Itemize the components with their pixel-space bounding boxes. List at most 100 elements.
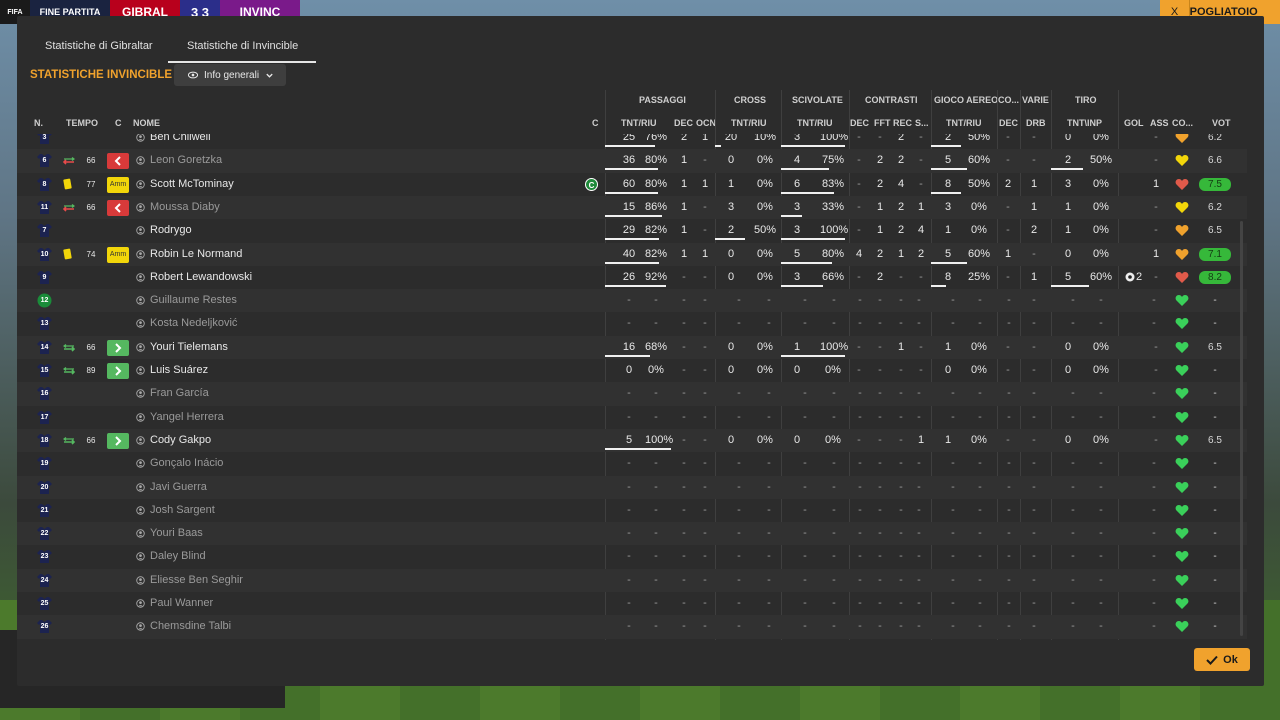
view-dropdown[interactable]: Info generali: [174, 64, 286, 86]
shot-attempts: 0: [1064, 340, 1072, 353]
tackle-dec: -: [857, 224, 861, 237]
player-icon: [136, 296, 145, 305]
co-dec: -: [1006, 340, 1010, 353]
col-group-tackles: CONTRASTI: [865, 95, 918, 105]
empty-stat: -: [832, 527, 836, 540]
table-row[interactable]: 20 Javi Guerra - - - - - - - - - - - - - - - - - - - -: [17, 475, 1247, 499]
slide-attempts: 0: [793, 364, 801, 376]
empty-stat: -: [832, 387, 836, 400]
tackle-s: -: [919, 340, 923, 353]
slide-accuracy-bar: [781, 191, 834, 194]
slide-accuracy: 0%: [825, 433, 841, 446]
table-row[interactable]: 25 Paul Wanner - - - - - - - - - - - - - - - - - - - -: [17, 592, 1247, 615]
stats-table: PASSAGGI CROSS SCIVOLATE CONTRASTI GIOCO…: [17, 84, 1247, 644]
tackle-fft: -: [878, 364, 882, 376]
col-slide-tnt-riu: TNT/RIU: [797, 118, 833, 128]
table-row[interactable]: 15 89 Luis Suárez 0 0% - - 0 0% 0 0% - - - - 0 0% - - 0 0% - -: [17, 359, 1247, 382]
player-name: Youri Tielemans: [150, 340, 228, 353]
tackle-fft: 2: [876, 270, 884, 283]
table-row[interactable]: 24 Eliesse Ben Seghir - - - - - - - - - - - - - - - - - - - -: [17, 568, 1247, 592]
empty-stat: -: [1152, 527, 1156, 540]
empty-stat: -: [858, 550, 862, 563]
substitution-in-badge: [107, 339, 129, 356]
table-row[interactable]: 19 Gonçalo Inácio - - - - - - - - - - - - - - - - - - - -: [17, 452, 1247, 475]
condition-heart-icon: [1175, 225, 1189, 237]
table-row[interactable]: 7 Rodrygo 29 82% 1-2 50% 3 100% -1 2 4 1 0% -2 1 0% -6.5: [17, 219, 1247, 242]
player-name: Chemsdine Talbi: [150, 620, 232, 633]
player-icon: [136, 156, 145, 166]
pass-ocn: -: [703, 200, 707, 213]
player-name: Kosta Nedeljković: [150, 317, 238, 330]
empty-stat: -: [917, 550, 921, 563]
pass-accuracy-bar: [605, 214, 662, 217]
assists: -: [1154, 200, 1158, 213]
empty-stat: -: [1032, 294, 1036, 307]
shirt-number: 6: [42, 157, 47, 165]
assists: 1: [1152, 247, 1160, 260]
table-row[interactable]: 11 66 Moussa Diaby 15 86% 1-3 0% 3 33% -1 2 1 3 0% -1 1…: [17, 195, 1247, 220]
goals: 2: [1136, 270, 1143, 283]
minute: 74: [86, 249, 96, 259]
shot-attempts: 0: [1064, 364, 1072, 376]
table-row[interactable]: 16 Fran García - - - - - - - - - - - - - - - - - - - -: [17, 382, 1247, 406]
table-row[interactable]: 17 Yangel Herrera - - - - - - - - - - - - - - - - - - - -: [17, 406, 1247, 429]
table-row[interactable]: 8 77 Amm Scott McTominay C 60 80% 1 1 1 0% 6 83% -2 4-…: [17, 173, 1247, 196]
empty-stat: -: [803, 294, 807, 307]
rating-pill: 8.2: [1199, 270, 1231, 284]
pass-ocn: -: [703, 364, 707, 376]
table-row[interactable]: 10 74 Amm Robin Le Normand 40 82% 1 1 0 0% 5 80% 4 2 1…: [17, 242, 1247, 266]
pass-ocn: 1: [701, 177, 709, 190]
empty-stat: -: [737, 317, 741, 330]
shirt-number: 9: [42, 273, 47, 281]
table-row[interactable]: 14 66 Youri Tielemans 16 68% - -0 0% 1 100% - -1-1 0…: [17, 335, 1247, 359]
empty-stat: -: [1032, 503, 1036, 516]
table-row[interactable]: 22 Youri Baas - - - - - - - - - - - - - - - - - - - -: [17, 522, 1247, 546]
empty-stat: -: [858, 387, 862, 400]
table-row[interactable]: 26 Chemsdine Talbi - - - - - - - - - - - - - - - - - - - -: [17, 615, 1247, 639]
empty-stat: -: [737, 527, 741, 540]
empty-stat: -: [1032, 550, 1036, 563]
ok-button[interactable]: Ok: [1194, 648, 1250, 671]
table-row[interactable]: 9 Robert Lewandowski 26 92% - -0 0% 3 66% -2- -8 25…: [17, 266, 1247, 289]
table-row[interactable]: 21 Josh Sargent - - - - - - - - - - - - - - - - - - - -: [17, 499, 1247, 522]
table-row[interactable]: 13 Kosta Nedeljković - - - - - - - - - - - - - - - - - - - -: [17, 312, 1247, 335]
pass-dec: -: [682, 340, 686, 353]
cross-accuracy: 0%: [757, 364, 773, 376]
table-row[interactable]: 3 Ben Chilwell 25 76% 2 1 20 10% 3 100% - -2-2 50% - -…: [17, 134, 1247, 149]
player-name: Daley Blind: [150, 550, 206, 563]
tab-gibraltar-stats[interactable]: Statistiche di Gibraltar: [45, 40, 153, 52]
empty-stat: -: [682, 527, 686, 540]
check-icon: [1206, 655, 1218, 665]
chevron-right-icon: [115, 436, 122, 446]
vertical-scrollbar[interactable]: [1240, 221, 1243, 636]
empty-stat: -: [703, 294, 707, 307]
shot-accuracy: 60%: [1090, 270, 1113, 283]
table-row[interactable]: 6 66 Leon Goretzka 36 80% 1-0 0% 4 75% -2 2-5 60% - -…: [17, 149, 1247, 173]
pass-dec: -: [682, 270, 686, 283]
substitution-in-badge: [107, 432, 129, 449]
tackle-fft: -: [878, 340, 882, 353]
col-group-cross: CROSS: [734, 95, 767, 105]
empty-stat: -: [1032, 597, 1036, 609]
tackle-s: -: [919, 154, 923, 167]
empty-stat: -: [803, 457, 807, 470]
booked-badge: Amm: [107, 176, 129, 193]
empty-stat: -: [832, 503, 836, 516]
cross-attempts: 3: [727, 200, 735, 213]
tab-invincible-stats[interactable]: Statistiche di Invincible: [187, 40, 298, 52]
sub-out-icon: [63, 157, 75, 165]
minute: 66: [86, 435, 96, 445]
empty-stat: -: [878, 527, 882, 540]
aerial-accuracy: 60%: [968, 154, 991, 167]
table-row[interactable]: 18 66 Cody Gakpo 5 100% - -0 0% 0 0% - - -1 1 0% - -0 0% -…: [17, 428, 1247, 453]
dribbles: -: [1032, 154, 1036, 167]
empty-stat: -: [654, 387, 658, 400]
empty-stat: -: [767, 387, 771, 400]
table-row[interactable]: 23 Daley Blind - - - - - - - - - - - - - - - - - - - -: [17, 545, 1247, 568]
empty-stat: -: [654, 480, 658, 493]
table-row[interactable]: 12 Guillaume Restes - - - - - - - - - - - - - - - - - - - -: [17, 289, 1247, 313]
empty-stat: -: [654, 527, 658, 540]
empty-stat: -: [1032, 480, 1036, 493]
col-tackle-dec: DEC: [850, 118, 870, 128]
condition-heart-icon: [1175, 551, 1189, 563]
